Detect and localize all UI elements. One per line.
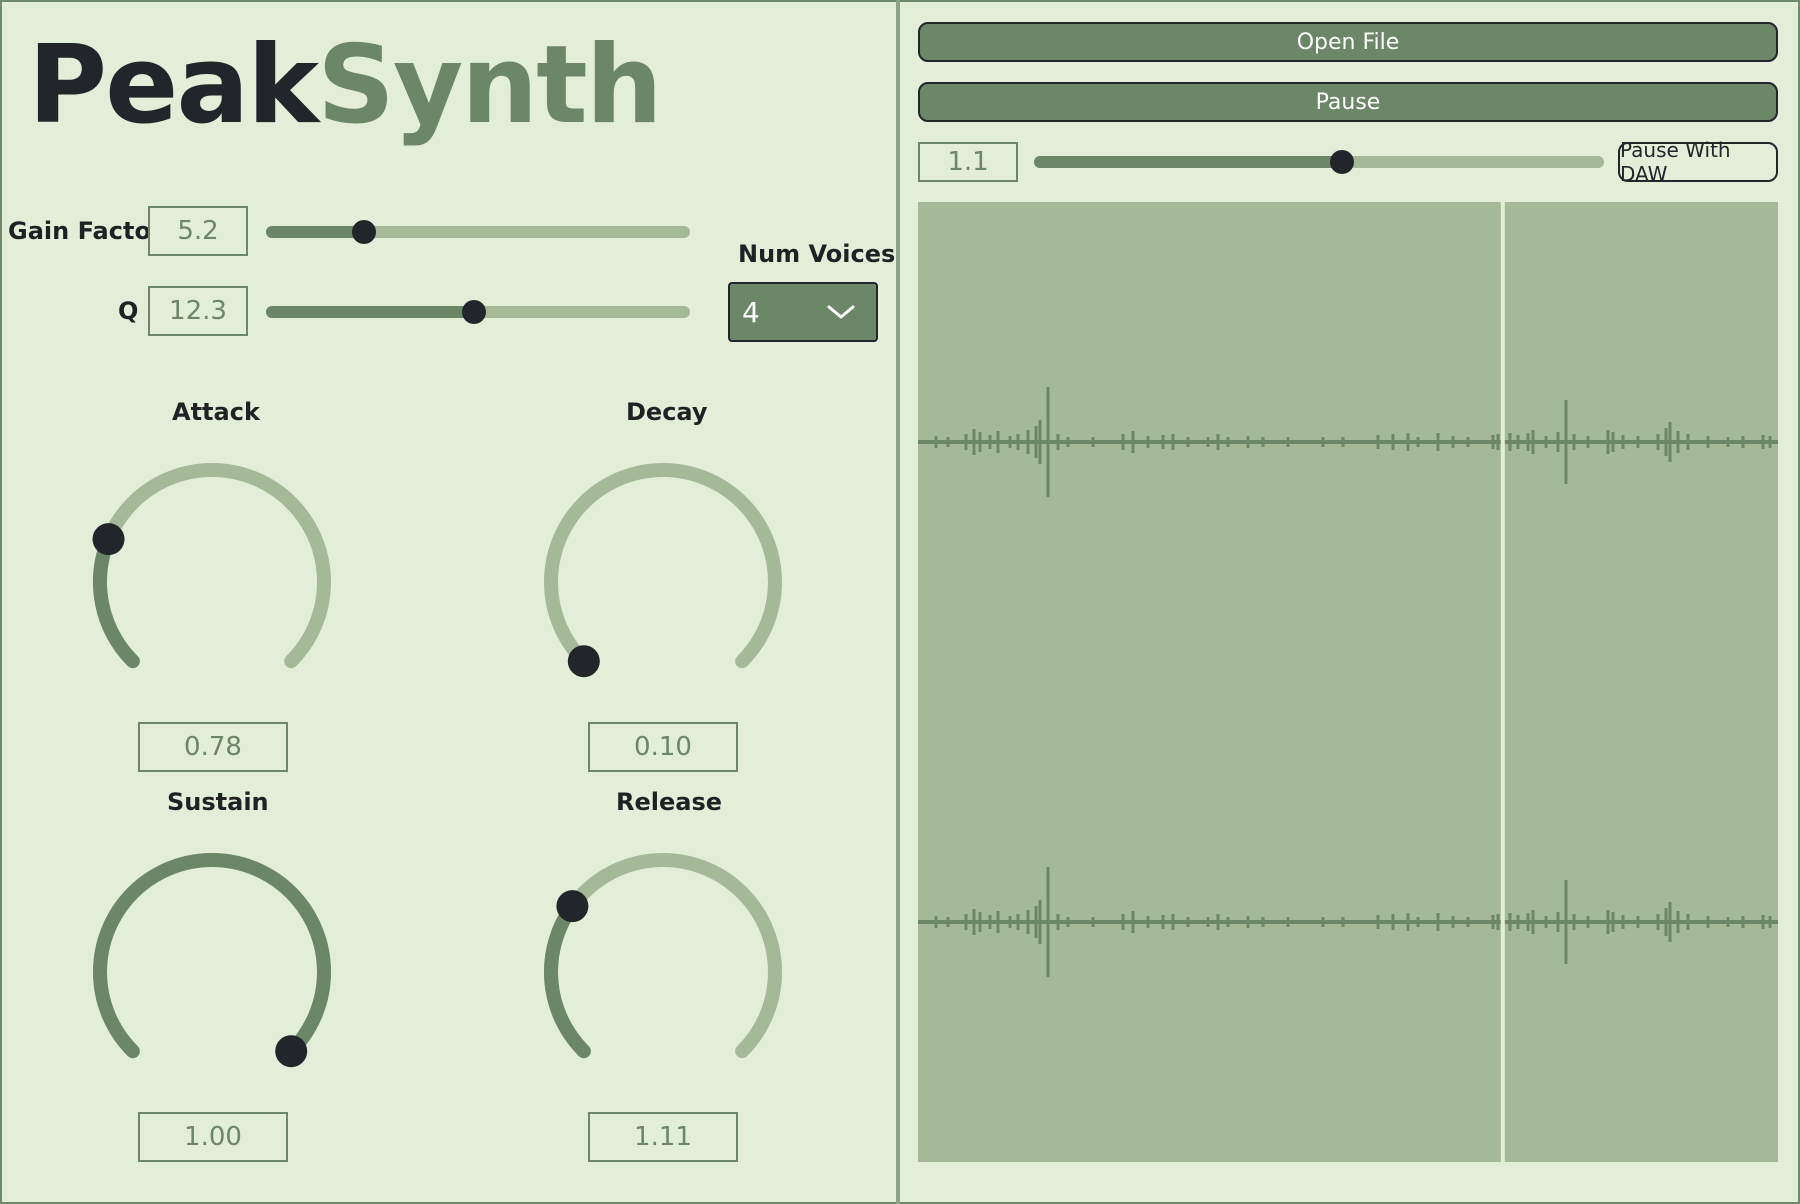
app-title-synth: Synth [317, 23, 663, 148]
q-label: Q [118, 297, 139, 325]
app-title: PeakSynth [28, 23, 663, 148]
pause-with-daw-button[interactable]: Pause With DAW [1618, 138, 1778, 186]
num-voices-dropdown[interactable]: 4 [728, 282, 878, 342]
knob-thumb[interactable] [567, 645, 600, 678]
decay-label: Decay [626, 398, 708, 426]
q-slider-thumb[interactable] [461, 300, 486, 324]
knob-fill [93, 853, 331, 1059]
release-value-box[interactable]: 1.11 [588, 1112, 738, 1162]
knob-svg [92, 463, 331, 669]
knob-track [544, 853, 782, 1059]
sustain-knob[interactable] [62, 822, 362, 1122]
speed-slider-thumb[interactable] [1329, 150, 1354, 174]
knob-track [544, 463, 782, 669]
decay-knob[interactable] [513, 432, 813, 732]
speed-value-box[interactable]: 1.1 [918, 142, 1018, 182]
attack-label: Attack [172, 398, 260, 426]
open-file-button[interactable]: Open File [918, 22, 1778, 62]
waveform-display[interactable] [918, 202, 1778, 1162]
q-slider[interactable] [266, 297, 690, 327]
waveform-svg [918, 202, 1778, 1162]
app-title-peak: Peak [28, 23, 319, 148]
attack-knob[interactable] [62, 432, 362, 732]
synth-panel: PeakSynth Gain Factor 5.2 Q 12.3 Num Voi… [0, 0, 896, 1204]
gain-factor-slider-thumb[interactable] [351, 220, 376, 244]
attack-value-box[interactable]: 0.78 [138, 722, 288, 772]
gain-factor-slider[interactable] [266, 217, 690, 247]
knob-fill [93, 532, 140, 669]
knob-track [93, 463, 331, 669]
knob-fill [544, 899, 591, 1059]
decay-value-box[interactable]: 0.10 [588, 722, 738, 772]
sustain-value-box[interactable]: 1.00 [138, 1112, 288, 1162]
panel-divider [896, 0, 900, 1204]
speed-slider[interactable] [1034, 147, 1604, 177]
knob-thumb[interactable] [275, 1035, 308, 1068]
knob-svg [93, 853, 331, 1068]
pause-button[interactable]: Pause [918, 82, 1778, 122]
release-label: Release [616, 788, 723, 816]
sustain-label: Sustain [167, 788, 269, 816]
knob-svg [544, 853, 782, 1059]
num-voices-selected: 4 [742, 296, 760, 329]
gain-factor-label: Gain Factor [8, 217, 163, 245]
gain-factor-value-box[interactable]: 5.2 [148, 206, 248, 256]
knob-thumb[interactable] [92, 523, 125, 556]
num-voices-label: Num Voices [738, 240, 896, 268]
knob-svg [544, 463, 782, 678]
gain-factor-slider-fill [266, 226, 364, 238]
q-value-box[interactable]: 12.3 [148, 286, 248, 336]
release-knob[interactable] [513, 822, 813, 1122]
knob-thumb[interactable] [556, 890, 589, 923]
speed-slider-fill [1034, 156, 1342, 168]
chevron-down-icon [826, 302, 856, 326]
q-slider-fill [266, 306, 474, 318]
